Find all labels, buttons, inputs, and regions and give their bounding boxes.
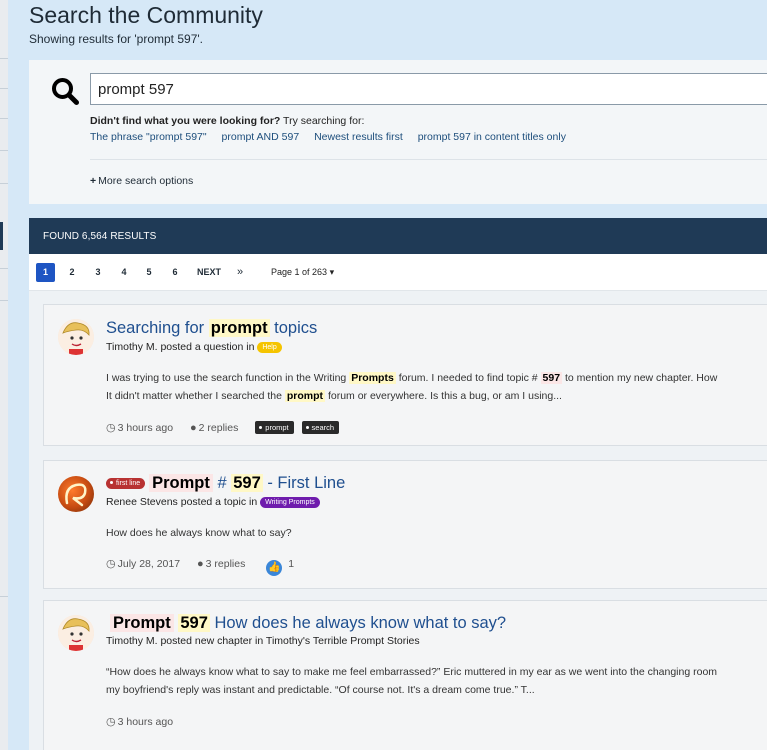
result-title-link[interactable]: Prompt 597 How does he always know what …: [110, 614, 506, 633]
time-stamp: ◷ 3 hours ago: [106, 422, 174, 434]
page-subtitle: Showing results for 'prompt 597'.: [29, 32, 203, 46]
avatar[interactable]: [58, 476, 94, 512]
result-card: first line Prompt # 597 - First Line Rene…: [43, 460, 767, 589]
result-meta: Timothy M. posted a question in Help: [106, 341, 282, 353]
result-snippet: How does he always know what to say?: [106, 527, 292, 539]
avatar[interactable]: [58, 615, 94, 651]
search-suggestions: The phrase "prompt 597" prompt AND 597 N…: [90, 131, 578, 143]
clock-icon: ◷: [106, 422, 116, 434]
author-link[interactable]: Timothy M.: [106, 341, 158, 353]
cartoon-face-icon: [58, 615, 94, 651]
comment-icon: ●: [197, 558, 204, 570]
result-card: Prompt 597 How does he always know what …: [43, 600, 767, 750]
clock-icon: ◷: [106, 558, 116, 570]
thumbs-up-icon: 👍: [266, 560, 283, 576]
time-stamp: ◷ 3 hours ago: [106, 716, 174, 728]
tag-prompt[interactable]: prompt: [255, 421, 294, 434]
page-4-button[interactable]: 4: [118, 263, 130, 282]
search-input[interactable]: [90, 73, 767, 105]
result-meta: Renee Stevens posted a topic in Writing …: [106, 496, 320, 508]
results-count-bar: FOUND 6,564 RESULTS: [29, 218, 767, 254]
suggestion-titles-only-link[interactable]: prompt 597 in content titles only: [418, 131, 566, 143]
tag-search[interactable]: search: [301, 421, 340, 434]
page-1-button[interactable]: 1: [36, 263, 55, 282]
suggestion-and-link[interactable]: prompt AND 597: [222, 131, 300, 143]
search-panel: Didn't find what you were looking for? T…: [29, 60, 767, 204]
prefix-badge-first-line[interactable]: first line: [106, 478, 146, 489]
plus-icon: +: [90, 175, 97, 187]
page-2-button[interactable]: 2: [66, 263, 78, 282]
author-link[interactable]: Renee Stevens: [106, 496, 178, 508]
forum-badge-writing-prompts[interactable]: Writing Prompts: [260, 497, 320, 508]
pagination: 1 2 3 4 5 6 NEXT » Page 1 of 263 ▾: [29, 254, 767, 291]
clock-icon: ◷: [106, 716, 116, 728]
comment-icon: ●: [190, 422, 197, 434]
reply-count: ● 3 replies: [197, 558, 246, 570]
more-search-options-button[interactable]: + More search options: [90, 175, 193, 187]
result-snippet: I was trying to use the search function …: [106, 372, 718, 402]
result-title-link[interactable]: Searching for prompt topics: [106, 319, 317, 338]
page-title: Search the Community: [29, 2, 263, 28]
next-page-button[interactable]: NEXT: [197, 263, 221, 282]
swirl-logo-icon: [65, 483, 87, 507]
search-icon[interactable]: [51, 77, 79, 105]
reaction-count[interactable]: 👍 1: [262, 558, 294, 576]
result-snippet: “How does he always know what to say to …: [106, 666, 718, 696]
suggestion-newest-link[interactable]: Newest results first: [314, 131, 403, 143]
result-meta: Timothy M. posted new chapter in Timothy…: [106, 635, 420, 647]
avatar[interactable]: [58, 319, 94, 355]
forum-badge-help[interactable]: Help: [257, 342, 282, 353]
page-6-button[interactable]: 6: [169, 263, 181, 282]
suggestion-phrase-link[interactable]: The phrase "prompt 597": [90, 131, 207, 143]
caret-down-icon: ▾: [329, 267, 335, 277]
time-stamp: ◷ July 28, 2017: [106, 558, 181, 570]
result-card: Searching for prompt topics Timothy M. p…: [43, 304, 767, 446]
result-stats: ◷ July 28, 2017 ● 3 replies 👍 1: [106, 557, 308, 576]
author-link[interactable]: Timothy M.: [106, 635, 158, 647]
left-sidebar-strip: [0, 0, 8, 750]
result-stats: ◷ 3 hours ago ● 2 replies prompt search: [106, 421, 344, 434]
result-title-link[interactable]: first line Prompt # 597 - First Line: [106, 474, 345, 493]
result-stats: ◷ 3 hours ago: [106, 715, 187, 728]
container-link[interactable]: Timothy's Terrible Prompt Stories: [266, 635, 420, 647]
search-hint: Didn't find what you were looking for? T…: [90, 115, 365, 127]
last-page-button[interactable]: »: [237, 263, 243, 282]
page-jump-dropdown[interactable]: Page 1 of 263 ▾: [271, 263, 334, 282]
reply-count: ● 2 replies: [190, 422, 239, 434]
page-5-button[interactable]: 5: [143, 263, 155, 282]
divider: [90, 159, 767, 160]
page-3-button[interactable]: 3: [92, 263, 104, 282]
cartoon-face-icon: [58, 319, 94, 355]
